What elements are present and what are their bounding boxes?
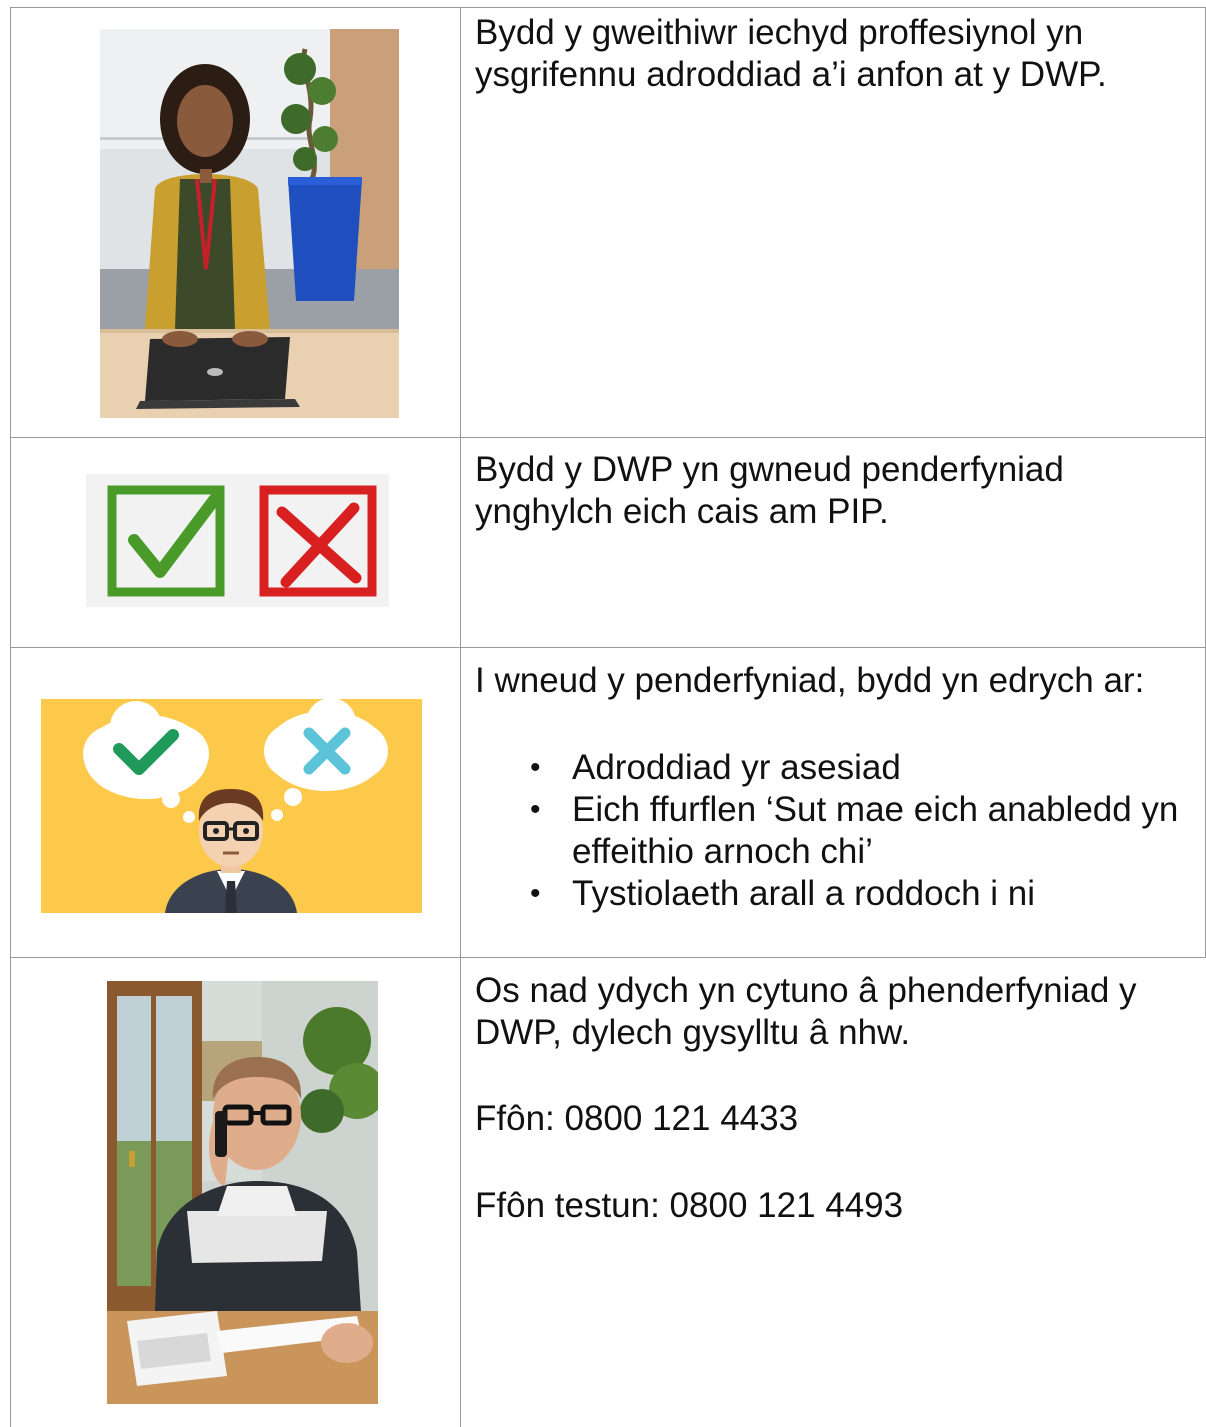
list-item: Tystiolaeth arall a roddoch i ni [475,873,1200,915]
report-text: Bydd y gweithiwr iechyd proffesiynol yn … [475,13,1107,94]
table-row: I wneud y penderfyniad, bydd yn edrych a… [10,648,1206,957]
person-on-phone-reading-letter-photo [107,981,378,1404]
info-table: Bydd y gweithiwr iechyd proffesiynol yn … [10,7,1206,1427]
table-row: Os nad ydych yn cytuno â phenderfyniad y… [10,958,1206,1427]
phone-number: Ffôn: 0800 121 4433 [475,1099,799,1138]
row-text: Bydd y DWP yn gwneud penderfyniad ynghyl… [475,449,1200,533]
row-text: Os nad ydych yn cytuno â phenderfyniad y… [475,970,1200,1227]
disagree-text: Os nad ydych yn cytuno â phenderfyniad y… [475,971,1137,1052]
tick-and-cross-boxes-picture [86,474,389,607]
criteria-list: Adroddiad yr asesiad Eich ffurflen ‘Sut … [475,747,1200,915]
list-item: Eich ffurflen ‘Sut mae eich anabledd yn … [475,789,1200,873]
criteria-intro: I wneud y penderfyniad, bydd yn edrych a… [475,661,1145,700]
row-text: I wneud y penderfyniad, bydd yn edrych a… [475,660,1200,915]
person-typing-on-laptop-photo [100,29,399,418]
table-row: Bydd y DWP yn gwneud penderfyniad ynghyl… [10,438,1206,647]
row-text: Bydd y gweithiwr iechyd proffesiynol yn … [475,12,1200,96]
textphone-number: Ffôn testun: 0800 121 4493 [475,1186,904,1225]
list-item: Adroddiad yr asesiad [475,747,1200,789]
table-row: Bydd y gweithiwr iechyd proffesiynol yn … [10,7,1206,437]
decision-text: Bydd y DWP yn gwneud penderfyniad ynghyl… [475,450,1064,531]
person-deciding-illustration [41,699,422,913]
